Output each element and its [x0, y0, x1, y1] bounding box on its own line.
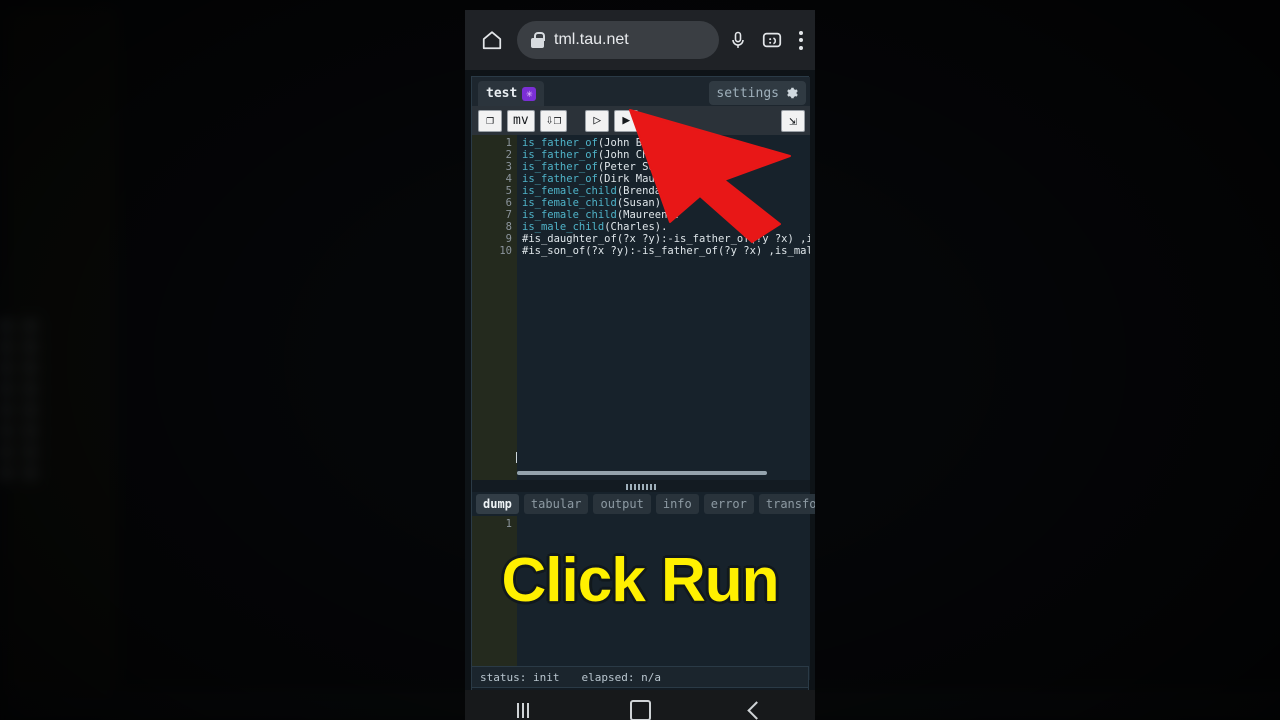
run-button[interactable]: ▶ [614, 109, 639, 132]
args-token: (Dirk Maureen). [597, 173, 693, 185]
settings-label: settings [716, 85, 779, 101]
splitter-dots-icon [626, 484, 656, 490]
line-number: 10 [499, 245, 512, 257]
home-button[interactable] [582, 699, 699, 720]
predicate-token: is_female_child [522, 197, 617, 209]
line-code: is_female_child(Maureen). [517, 209, 680, 221]
tab-transform[interactable]: transfo [758, 494, 815, 514]
code-line: 4 is_father_of(Dirk Maureen). [472, 173, 810, 185]
line-code: is_father_of(John Charles). [517, 149, 693, 161]
line-number: 2 [505, 149, 512, 161]
tab-tabular[interactable]: tabular [523, 494, 589, 514]
microphone-icon[interactable] [723, 23, 753, 57]
line-code: is_male_child(Charles). [517, 221, 667, 233]
comment-line: #is_daughter_of(?x ?y):-is_father_of(?y … [522, 233, 810, 245]
elapsed-text: elapsed: n/a [581, 670, 661, 684]
screen-cast-icon[interactable] [757, 23, 787, 57]
url-text: tml.tau.net [554, 31, 629, 48]
editor-lines: 1 is_father_of(John Brenda). 2 is_father_o… [472, 137, 810, 257]
code-line: 6 is_female_child(Susan). [472, 197, 810, 209]
predicate-token: is_father_of [522, 137, 598, 149]
status-text: status: init [480, 670, 560, 684]
tab-output[interactable]: output [593, 494, 651, 514]
recent-apps-icon [517, 702, 530, 718]
line-code: is_father_of(Dirk Maureen). [517, 173, 693, 185]
dump-line: 1 [472, 518, 517, 530]
click-run-callout: Click Run [501, 545, 780, 615]
args-token: (Peter Susan). [597, 161, 687, 173]
args-token: (Susan). [616, 197, 668, 209]
line-code: is_female_child(Susan). [517, 197, 667, 209]
back-button[interactable] [698, 700, 815, 720]
comment-line: #is_son_of(?x ?y):-is_father_of(?y ?x) ,… [522, 245, 810, 257]
line-code: is_father_of(Peter Susan). [517, 161, 686, 173]
line-number: 6 [505, 197, 512, 209]
predicate-token: is_father_of [522, 173, 598, 185]
line-number: 1 [505, 137, 512, 149]
args-token: (John Brenda). [597, 137, 687, 149]
file-tab-label: test [486, 86, 518, 101]
line-number: 1 [505, 518, 512, 530]
args-token: (Brenda). [616, 185, 674, 197]
code-line: 7 is_female_child(Maureen). [472, 209, 810, 221]
lock-icon [531, 32, 545, 48]
new-file-button[interactable]: ❐ [478, 109, 502, 132]
code-line: 9 #is_daughter_of(?x ?y):-is_father_of(?y… [472, 233, 810, 245]
line-number: 9 [505, 233, 512, 245]
args-token: (Charles). [604, 221, 668, 233]
line-number: 4 [505, 173, 512, 185]
expand-editor-button[interactable]: ⇲ [781, 110, 805, 132]
browser-toolbar: tml.tau.net [465, 10, 815, 70]
predicate-token: is_father_of [522, 161, 598, 173]
tab-error[interactable]: error [703, 494, 754, 514]
line-number: 8 [505, 221, 512, 233]
screenshot-root: dump tabular error transfo 1 tml.tau.net [0, 0, 1280, 720]
tab-info[interactable]: info [655, 494, 699, 514]
code-editor[interactable]: 1 is_father_of(John Brenda). 2 is_father_o… [472, 135, 810, 480]
editor-toolbar: ❐ mv ⇩❐ ▷ ▶ ⇲ [472, 106, 810, 135]
code-line: 1 is_father_of(John Brenda). [472, 137, 810, 149]
code-line: 5 is_female_child(Brenda). [472, 185, 810, 197]
args-token: (Maureen). [616, 209, 681, 221]
settings-button[interactable]: settings [709, 81, 806, 105]
home-icon[interactable] [475, 23, 509, 57]
line-number: 7 [505, 209, 512, 221]
code-line: 8 is_male_child(Charles). [472, 221, 810, 233]
overflow-menu-icon[interactable] [787, 23, 815, 57]
status-bar: status: init elapsed: n/a [471, 666, 809, 688]
gear-icon [785, 86, 799, 100]
address-bar[interactable]: tml.tau.net [517, 21, 719, 59]
sparkle-badge-icon[interactable]: ✳ [522, 86, 537, 101]
line-code: is_father_of(John Brenda). [517, 137, 686, 149]
line-code: is_female_child(Brenda). [517, 185, 674, 197]
predicate-token: is_female_child [522, 209, 617, 221]
code-line: 3 is_father_of(Peter Susan). [472, 161, 810, 173]
line-number: 3 [505, 161, 512, 173]
file-tab-test[interactable]: test ✳ [478, 81, 545, 106]
file-tab-bar: test ✳ settings [472, 77, 810, 106]
tab-dump[interactable]: dump [476, 494, 519, 514]
args-token: (John Charles). [597, 149, 693, 161]
line-number: 5 [505, 185, 512, 197]
predicate-token: is_father_of [522, 149, 598, 161]
predicate-token: is_female_child [522, 185, 617, 197]
recent-apps-button[interactable] [465, 702, 582, 718]
download-file-button[interactable]: ⇩❐ [539, 109, 568, 132]
move-rename-button[interactable]: mv [507, 109, 535, 132]
code-line: 2 is_father_of(John Charles). [472, 149, 810, 161]
android-navigation-bar [465, 690, 815, 720]
text-caret [516, 452, 517, 463]
output-tab-bar: dump tabular output info error transfo [472, 492, 815, 516]
code-line: 10 #is_son_of(?x ?y):-is_father_of(?y ?x)… [472, 245, 810, 257]
back-button-icon [747, 700, 766, 720]
step-button[interactable]: ▷ [585, 109, 610, 132]
predicate-token: is_male_child [522, 221, 605, 233]
editor-horizontal-scrollbar[interactable] [517, 471, 767, 475]
home-button-icon [629, 699, 651, 720]
